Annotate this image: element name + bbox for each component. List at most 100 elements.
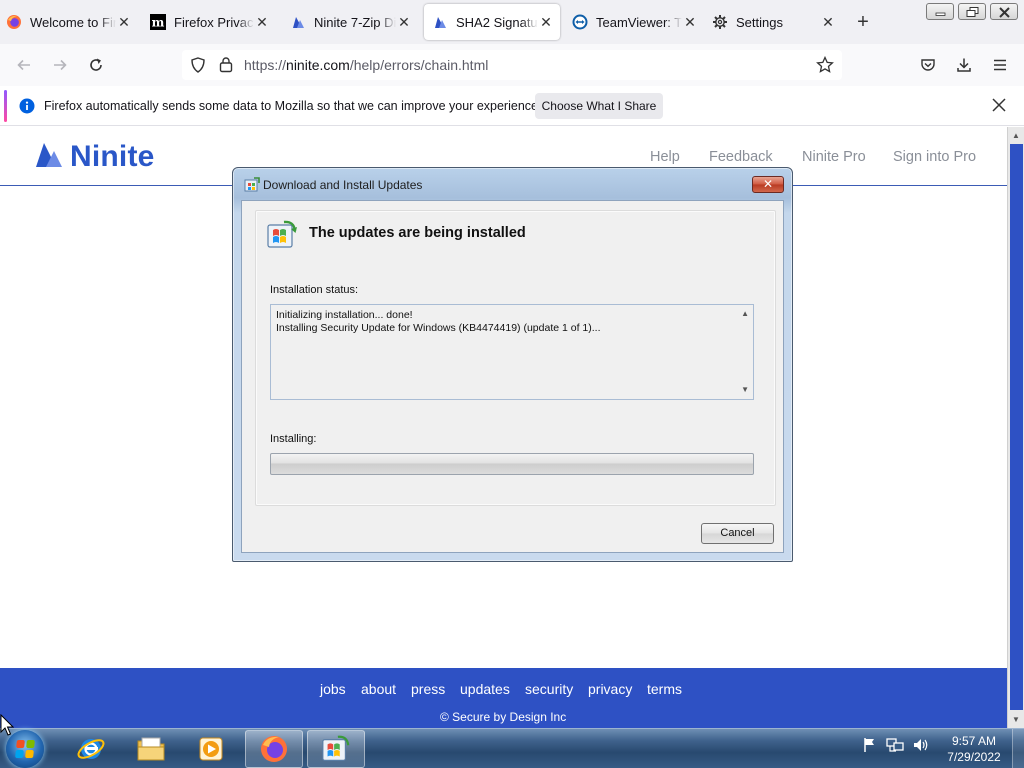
- scroll-down-arrow-icon[interactable]: ▼: [741, 385, 749, 394]
- system-tray: [862, 737, 930, 758]
- back-button[interactable]: [12, 53, 36, 77]
- scroll-down-arrow-icon[interactable]: ▼: [1012, 715, 1020, 724]
- reload-icon: [90, 58, 102, 71]
- bookmark-star-icon[interactable]: [816, 55, 834, 79]
- ninite-logo[interactable]: Ninite: [34, 139, 155, 174]
- tab-welcome[interactable]: Welcome to Firefox ✕: [6, 4, 132, 40]
- tab-ninite-7zip[interactable]: Ninite 7-Zip Direct Download ✕: [290, 4, 412, 40]
- url-bar[interactable]: https://ninite.com/help/errors/chain.htm…: [182, 50, 842, 80]
- firefox-icon: [261, 736, 287, 762]
- tab-title: Welcome to Firefox: [30, 14, 116, 30]
- tab-title: Settings: [736, 14, 783, 30]
- nav-ninite-pro-link[interactable]: Ninite Pro: [802, 149, 866, 165]
- tab-teamviewer[interactable]: TeamViewer: The Remote Desktop Software …: [572, 4, 698, 40]
- dialog-heading: The updates are being installed: [309, 225, 526, 241]
- taskbar-media-player[interactable]: [182, 730, 240, 768]
- downloads-button[interactable]: [952, 53, 976, 77]
- installation-status-log[interactable]: Initializing installation... done! Insta…: [270, 304, 754, 400]
- internet-explorer-icon: [77, 739, 105, 759]
- footer-link-terms[interactable]: terms: [647, 681, 682, 697]
- footer-link-press[interactable]: press: [411, 681, 445, 697]
- reload-button[interactable]: [84, 53, 108, 77]
- page-footer: jobs about press updates security privac…: [0, 668, 1007, 728]
- status-line: Installing Security Update for Windows (…: [276, 322, 601, 334]
- url-domain: ninite.com: [286, 57, 350, 73]
- installing-label: Installing:: [270, 433, 317, 445]
- tab-title: Firefox Privacy Notice: [174, 14, 254, 30]
- ninite-icon: [432, 14, 448, 30]
- taskbar-firefox[interactable]: [245, 730, 303, 768]
- url-path: /help/errors/chain.html: [349, 57, 489, 73]
- tab-settings[interactable]: Settings ✕: [712, 4, 836, 40]
- ninite-icon: [290, 14, 306, 30]
- close-icon[interactable]: ✕: [682, 14, 698, 31]
- nav-feedback-link[interactable]: Feedback: [709, 149, 773, 165]
- footer-link-updates[interactable]: updates: [460, 681, 510, 697]
- folder-icon: [137, 737, 165, 761]
- cancel-button[interactable]: Cancel: [701, 523, 774, 544]
- windows-update-icon: [322, 735, 350, 761]
- close-icon[interactable]: ✕: [254, 14, 270, 31]
- close-icon[interactable]: ✕: [820, 14, 836, 31]
- volume-icon[interactable]: [912, 737, 930, 758]
- tab-sha2-signature[interactable]: SHA2 Signature Error ✕: [424, 4, 560, 40]
- show-desktop-button[interactable]: [1012, 729, 1024, 768]
- choose-what-i-share-button[interactable]: Choose What I Share: [535, 93, 663, 119]
- firefox-icon: [6, 14, 22, 30]
- restore-button[interactable]: [958, 3, 986, 20]
- scroll-up-arrow-icon[interactable]: ▲: [741, 309, 749, 318]
- page-scrollbar[interactable]: ▲ ▼: [1007, 127, 1024, 728]
- forward-button[interactable]: [48, 53, 72, 77]
- footer-link-privacy[interactable]: privacy: [588, 681, 632, 697]
- windows-update-icon: [244, 177, 260, 198]
- media-player-icon: [199, 737, 223, 761]
- logo-text: Ninite: [70, 139, 155, 173]
- system-clock[interactable]: 9:57 AM 7/29/2022: [936, 733, 1012, 765]
- info-icon: [19, 98, 35, 119]
- gear-icon: [712, 14, 728, 30]
- dialog-close-button[interactable]: ✕: [752, 176, 784, 193]
- minimize-button[interactable]: [926, 3, 954, 20]
- notification-message: Firefox automatically sends some data to…: [44, 99, 542, 113]
- tab-strip: Welcome to Firefox ✕ m Firefox Privacy N…: [0, 0, 1024, 44]
- install-progress-bar: [270, 453, 754, 475]
- ninite-logo-icon: [34, 139, 64, 174]
- install-updates-dialog: Download and Install Updates ✕ The updat…: [232, 167, 793, 562]
- dialog-title: Download and Install Updates: [263, 178, 423, 192]
- new-tab-button[interactable]: +: [852, 12, 874, 34]
- taskbar-file-explorer[interactable]: [122, 730, 180, 768]
- footer-link-security[interactable]: security: [525, 681, 573, 697]
- network-icon[interactable]: [886, 737, 904, 758]
- close-icon[interactable]: [992, 98, 1006, 117]
- menu-button[interactable]: [988, 53, 1012, 77]
- navigation-toolbar: https://ninite.com/help/errors/chain.htm…: [0, 44, 1024, 86]
- lock-icon[interactable]: [218, 56, 234, 78]
- tab-title: TeamViewer: The Remote Desktop Software: [596, 14, 682, 30]
- tracking-shield-icon[interactable]: [190, 57, 206, 78]
- tab-privacy-notice[interactable]: m Firefox Privacy Notice ✕: [150, 4, 270, 40]
- back-arrow-icon: [17, 59, 30, 71]
- footer-link-jobs[interactable]: jobs: [320, 681, 346, 697]
- nav-help-link[interactable]: Help: [650, 149, 680, 165]
- close-icon[interactable]: ✕: [116, 14, 132, 31]
- taskbar-internet-explorer[interactable]: [62, 730, 120, 768]
- pocket-icon: [921, 59, 935, 71]
- action-center-flag-icon[interactable]: [862, 737, 878, 758]
- close-icon[interactable]: ✕: [538, 14, 554, 31]
- forward-arrow-icon: [54, 59, 67, 71]
- download-icon: [957, 58, 971, 72]
- taskbar-windows-update[interactable]: [307, 730, 365, 768]
- url-text[interactable]: https://ninite.com/help/errors/chain.htm…: [244, 57, 488, 73]
- pocket-button[interactable]: [916, 53, 940, 77]
- tab-title: Ninite 7-Zip Direct Download: [314, 14, 396, 30]
- scrollbar-thumb[interactable]: [1010, 144, 1023, 710]
- window-close-button[interactable]: [990, 3, 1018, 20]
- footer-link-about[interactable]: about: [361, 681, 396, 697]
- close-icon[interactable]: ✕: [396, 14, 412, 31]
- clock-time: 9:57 AM: [951, 734, 997, 748]
- mozilla-m-icon: m: [150, 14, 166, 30]
- data-collection-notification: Firefox automatically sends some data to…: [0, 86, 1024, 126]
- svg-text:m: m: [152, 16, 165, 30]
- scroll-up-arrow-icon[interactable]: ▲: [1012, 131, 1020, 140]
- nav-sign-into-pro-link[interactable]: Sign into Pro: [893, 149, 976, 165]
